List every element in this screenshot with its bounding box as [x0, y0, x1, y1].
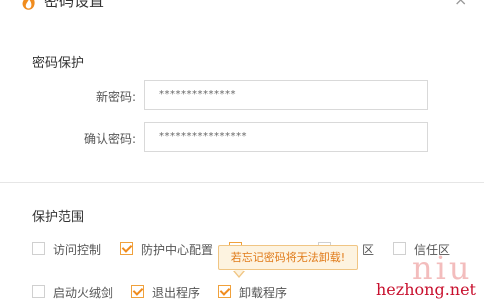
checkbox-protection-center[interactable]: 防护中心配置	[120, 242, 220, 258]
checkbox-label: 启动火绒剑	[53, 286, 114, 300]
checkbox-box-checked	[218, 285, 231, 298]
huorong-logo-icon	[22, 0, 35, 10]
scope-section-title: 保护范围	[32, 210, 85, 225]
checkbox-box	[32, 242, 45, 255]
checkbox-box-checked	[120, 242, 133, 255]
new-password-input[interactable]: **************	[144, 80, 428, 110]
close-button[interactable]: ×	[454, 0, 467, 10]
window-header: 密码设置 ×	[0, 0, 484, 14]
checkbox-uninstall-program[interactable]: 卸载程序	[218, 285, 298, 301]
checkbox-trust-zone[interactable]: 信任区	[393, 242, 463, 258]
new-password-label: 新密码:	[95, 90, 136, 104]
checkbox-label: 退出程序	[152, 286, 201, 300]
confirm-password-label: 确认密码:	[83, 132, 136, 146]
section-divider	[0, 182, 484, 183]
checkbox-label: 卸载程序	[239, 286, 288, 300]
window-title: 密码设置	[44, 0, 105, 10]
checkbox-box-checked	[131, 285, 144, 298]
checkbox-label: 访问控制	[53, 243, 102, 257]
checkbox-access-control[interactable]: 访问控制	[32, 242, 128, 258]
checkbox-box	[32, 285, 45, 298]
password-section-title: 密码保护	[32, 56, 85, 71]
checkbox-box	[393, 242, 406, 255]
checkbox-exit-program[interactable]: 退出程序	[131, 285, 211, 301]
uninstall-warning-tooltip: 若忘记密码将无法卸载!	[218, 245, 358, 278]
checkbox-launch-huorongjian[interactable]: 启动火绒剑	[32, 285, 128, 301]
confirm-password-input[interactable]: ****************	[144, 122, 428, 152]
site-watermark: niu hezhong.net	[368, 252, 484, 300]
checkbox-label: 防护中心配置	[141, 243, 214, 257]
partially-hidden-label: 区	[362, 243, 375, 257]
watermark-domain: hezhong.net	[376, 280, 476, 299]
checkbox-label: 信任区	[414, 243, 451, 257]
